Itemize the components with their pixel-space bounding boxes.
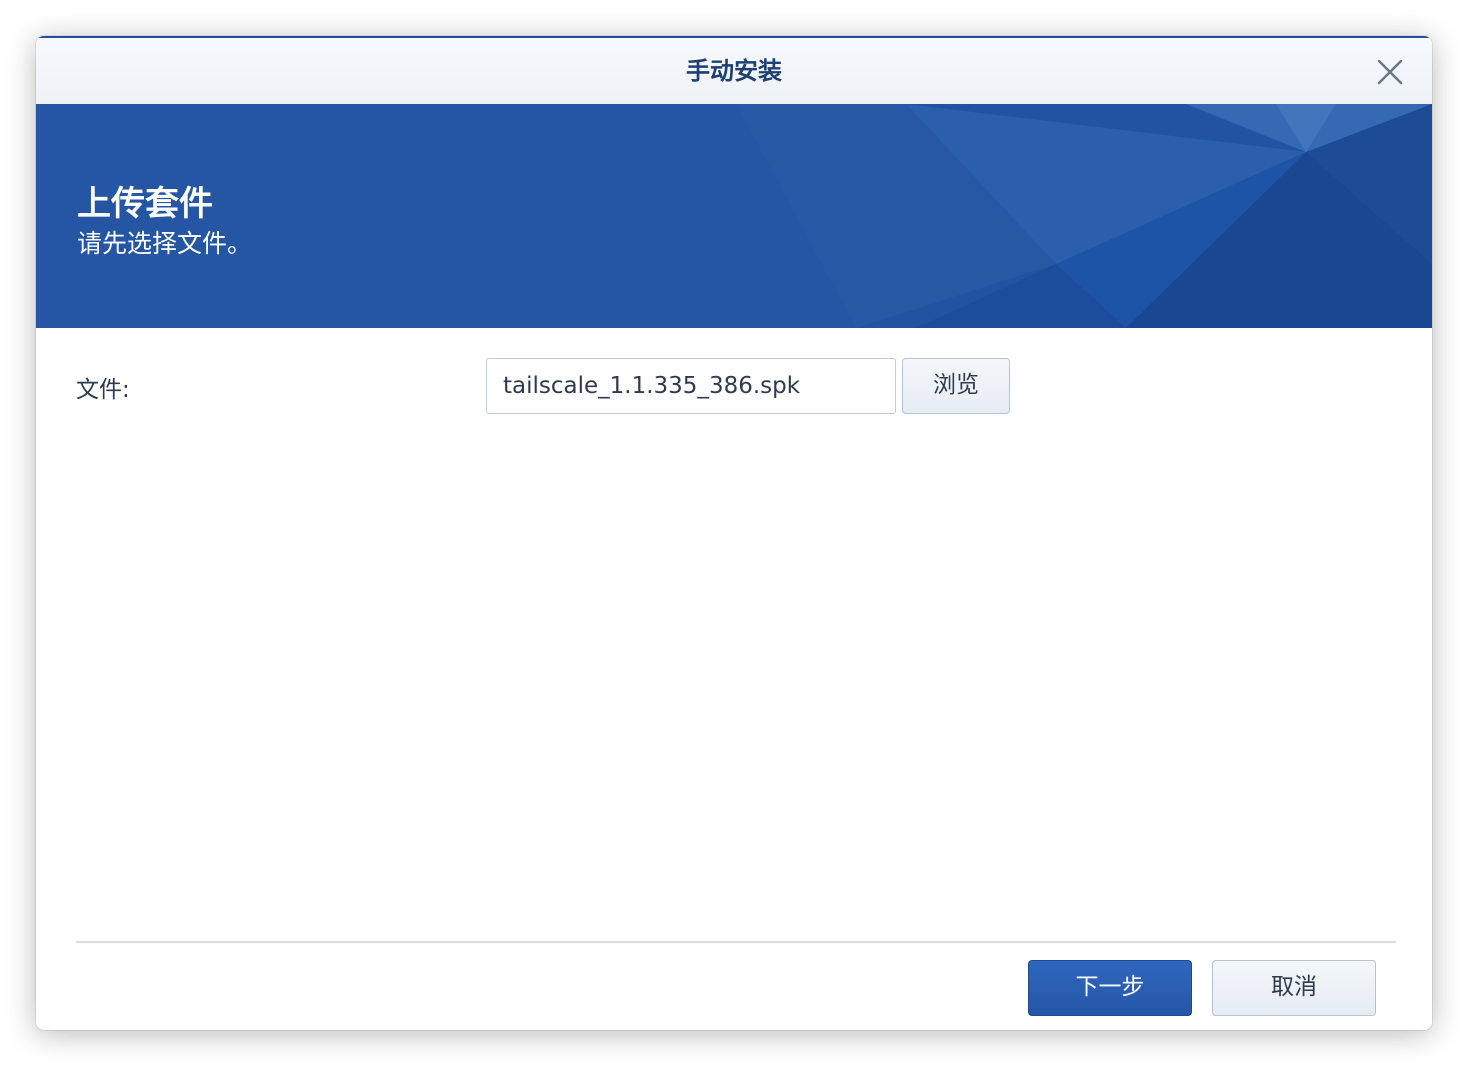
banner-title: 上传套件	[77, 184, 213, 224]
manual-install-dialog: 手动安装 上传套件 请先选择文件。 文件: 浏览 下一步 取消	[36, 36, 1432, 1030]
wizard-banner: 上传套件 请先选择文件。	[36, 104, 1432, 328]
file-path-input[interactable]	[486, 358, 896, 414]
dialog-titlebar: 手动安装	[36, 36, 1432, 104]
browse-button[interactable]: 浏览	[902, 358, 1010, 414]
file-label: 文件:	[76, 377, 130, 403]
next-button[interactable]: 下一步	[1028, 960, 1192, 1016]
banner-background-pattern	[36, 104, 1432, 328]
footer-divider	[76, 941, 1396, 943]
banner-subtitle: 请先选择文件。	[77, 229, 253, 258]
close-icon[interactable]	[1376, 58, 1404, 86]
dialog-title: 手动安装	[686, 57, 782, 85]
cancel-button[interactable]: 取消	[1212, 960, 1376, 1016]
